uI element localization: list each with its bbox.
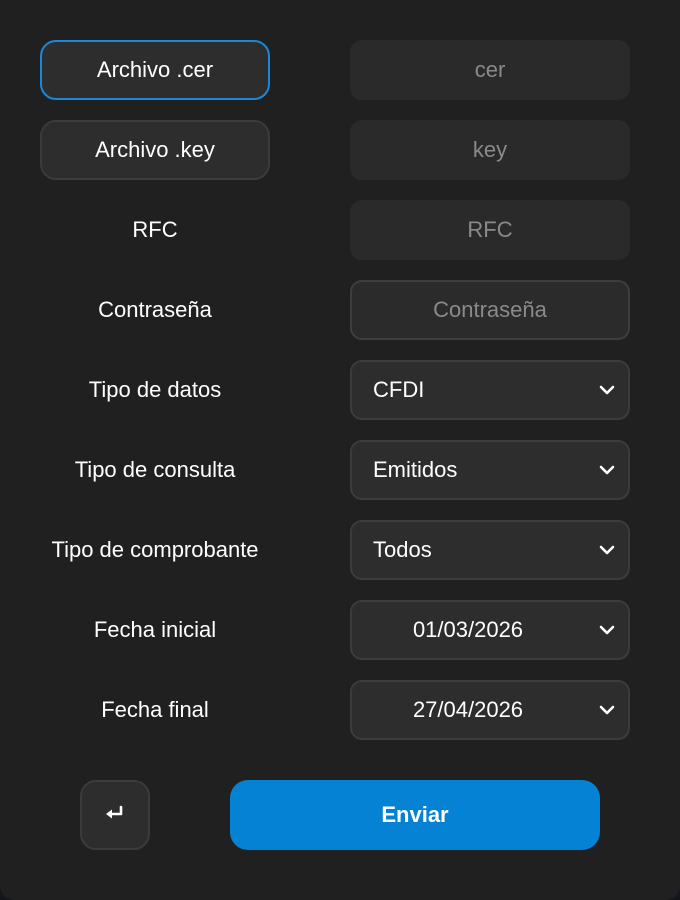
end-date-picker[interactable]: 27/04/2026 <box>350 680 630 740</box>
data-type-select[interactable]: CFDI <box>350 360 630 420</box>
data-type-value: CFDI <box>373 377 425 402</box>
cer-row: Archivo .cer cer <box>40 40 630 100</box>
voucher-type-value: Todos <box>373 537 432 562</box>
query-type-value: Emitidos <box>373 457 458 482</box>
send-button[interactable]: Enviar <box>230 780 600 850</box>
chevron-down-icon <box>598 701 616 719</box>
end-date-row: Fecha final 27/04/2026 <box>40 680 630 740</box>
chevron-down-icon <box>598 461 616 479</box>
app-window: Archivo .cer cer Archivo .key key RFC RF… <box>0 0 680 900</box>
voucher-type-row: Tipo de comprobante Todos <box>40 520 630 580</box>
password-label: Contraseña <box>98 297 212 322</box>
cer-file-button[interactable]: Archivo .cer <box>40 40 270 100</box>
password-input[interactable]: Contraseña <box>350 280 630 340</box>
query-type-row: Tipo de consulta Emitidos <box>40 440 630 500</box>
query-type-select[interactable]: Emitidos <box>350 440 630 500</box>
chevron-down-icon <box>598 541 616 559</box>
start-date-value: 01/03/2026 <box>412 617 524 642</box>
password-row: Contraseña Contraseña <box>40 280 630 340</box>
rfc-row: RFC RFC <box>40 200 630 260</box>
start-date-row: Fecha inicial 01/03/2026 <box>40 600 630 660</box>
chevron-down-icon <box>598 621 616 639</box>
start-date-label: Fecha inicial <box>93 617 217 642</box>
key-row: Archivo .key key <box>40 120 630 180</box>
start-date-picker[interactable]: 01/03/2026 <box>350 600 630 660</box>
chevron-down-icon <box>598 381 616 399</box>
rfc-label: RFC <box>132 217 178 242</box>
key-file-button[interactable]: Archivo .key <box>40 120 270 180</box>
data-type-row: Tipo de datos CFDI <box>40 360 630 420</box>
query-type-label: Tipo de consulta <box>74 457 236 482</box>
voucher-type-label: Tipo de comprobante <box>51 537 259 562</box>
voucher-type-select[interactable]: Todos <box>350 520 630 580</box>
data-type-label: Tipo de datos <box>88 377 222 402</box>
end-date-value: 27/04/2026 <box>412 697 524 722</box>
cer-field[interactable]: cer <box>350 40 630 100</box>
return-arrow-icon <box>104 805 126 826</box>
key-field[interactable]: key <box>350 120 630 180</box>
rfc-input[interactable]: RFC <box>350 200 630 260</box>
end-date-label: Fecha final <box>101 697 209 722</box>
back-button[interactable] <box>80 780 150 850</box>
